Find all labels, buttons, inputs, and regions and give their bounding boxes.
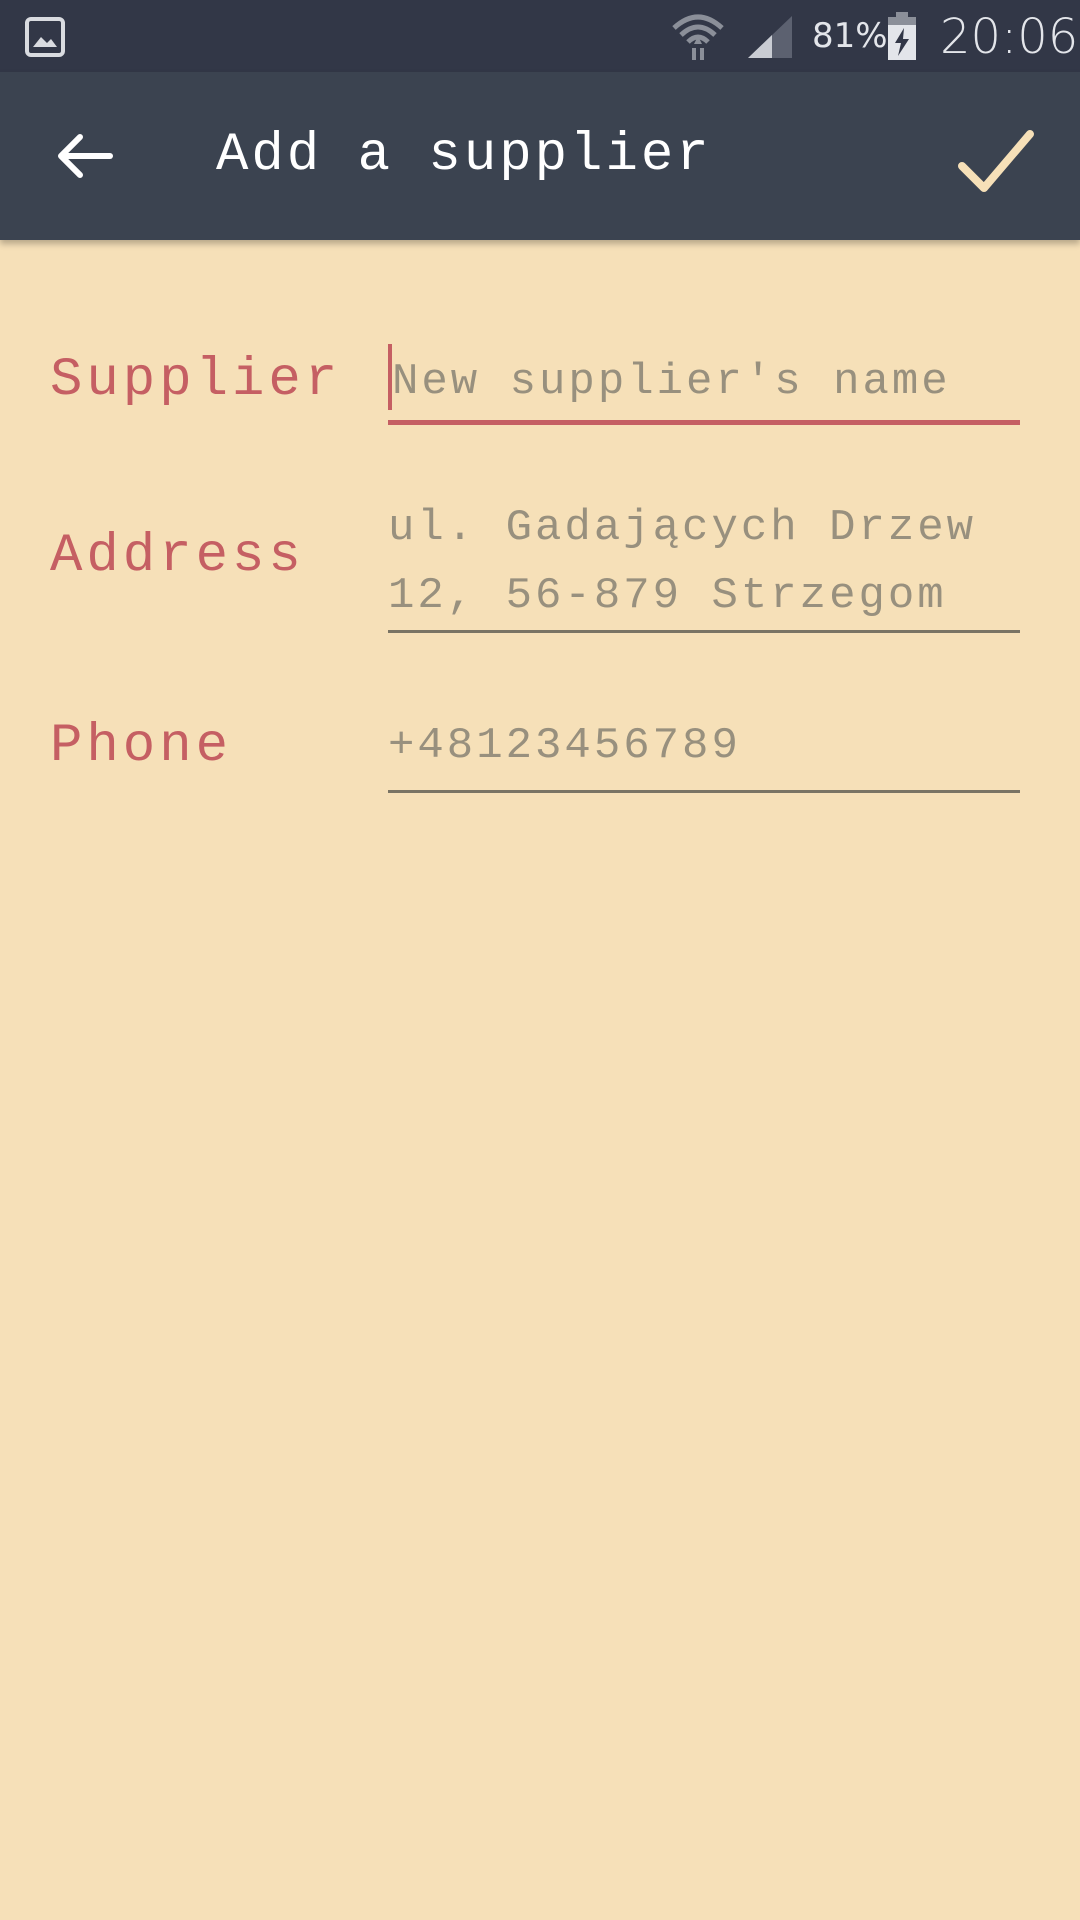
back-arrow-icon[interactable] (50, 122, 118, 190)
checkmark-icon[interactable] (954, 122, 1038, 206)
address-row: Address ul. Gadających Drzew 12, 56-879 … (0, 490, 1080, 640)
status-bar: 81% 20:06 (0, 0, 1080, 72)
clock: 20:06 (940, 9, 1079, 65)
app-toolbar: Add a supplier (0, 72, 1080, 240)
wifi-icon (672, 14, 724, 60)
battery-charging-icon (888, 12, 916, 60)
gallery-icon (25, 17, 65, 57)
phone-label: Phone (50, 716, 233, 777)
battery-percent: 81% (812, 16, 888, 56)
page-title: Add a supplier (216, 125, 712, 186)
address-label: Address (50, 526, 305, 587)
signal-icon (748, 16, 792, 58)
supplier-input-underline (388, 420, 1020, 425)
supplier-row: Supplier New supplier's name (0, 340, 1080, 440)
supplier-label: Supplier (50, 350, 342, 411)
supplier-name-input[interactable]: New supplier's name (392, 348, 1024, 416)
phone-input-underline (388, 790, 1020, 793)
address-input-underline (388, 630, 1020, 633)
phone-row: Phone +48123456789 (0, 710, 1080, 810)
address-input[interactable]: ul. Gadających Drzew 12, 56-879 Strzegom (388, 494, 1020, 630)
phone-input[interactable]: +48123456789 (388, 712, 1020, 780)
